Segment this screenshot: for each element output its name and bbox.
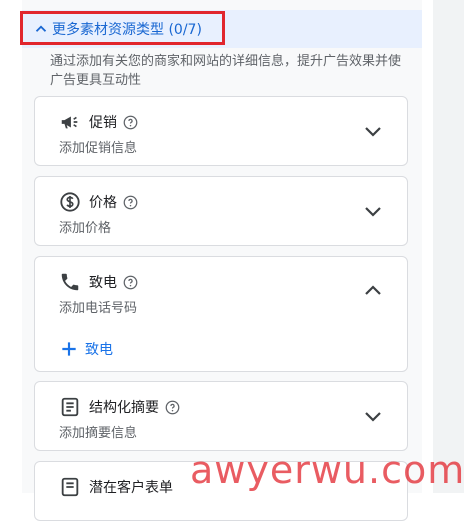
card-title: 价格 [89,195,117,211]
left-gutter [0,0,22,493]
chevron-down-icon[interactable] [361,119,385,143]
dollar-circle-icon [60,192,80,212]
add-call-button[interactable]: 致电 [59,339,113,359]
panel-divider [422,0,433,493]
asset-card-structured-snippet[interactable]: 结构化摘要 添加摘要信息 [34,381,408,451]
chevron-down-icon[interactable] [361,199,385,223]
asset-card-lead-form[interactable]: 潜在客户表单 [34,461,408,521]
phone-icon [61,273,79,291]
chevron-up-icon [35,25,47,32]
help-icon[interactable] [165,400,180,415]
asset-card-call[interactable]: 致电 添加电话号码 致电 [34,256,408,372]
chevron-up-icon[interactable] [361,279,385,303]
card-title: 潜在客户表单 [89,480,173,496]
card-subtitle: 添加价格 [59,221,112,236]
megaphone-icon [61,116,78,129]
document-icon [61,397,79,417]
form-icon [61,477,79,497]
card-subtitle: 添加促销信息 [59,141,138,156]
chevron-down-icon[interactable] [361,404,385,428]
help-icon[interactable] [123,275,138,290]
card-title: 促销 [89,115,117,131]
card-subtitle: 添加摘要信息 [59,426,138,441]
help-icon[interactable] [123,115,138,130]
asset-card-promotion[interactable]: 促销 添加促销信息 [34,96,408,166]
add-call-label: 致电 [85,342,113,358]
card-subtitle: 添加电话号码 [59,301,138,316]
help-icon[interactable] [123,195,138,210]
asset-card-price[interactable]: 价格 添加价格 [34,176,408,246]
card-title: 结构化摘要 [89,400,159,416]
right-scroll-area [433,0,464,493]
more-asset-types-header[interactable]: 更多素材资源类型 (0/7) [22,10,422,48]
plus-icon [62,342,76,356]
card-title: 致电 [89,275,117,291]
section-description: 通过添加有关您的商家和网站的详细信息，提升广告效果并使广告更具互动性 [50,54,402,88]
section-title: 更多素材资源类型 (0/7) [52,22,202,38]
